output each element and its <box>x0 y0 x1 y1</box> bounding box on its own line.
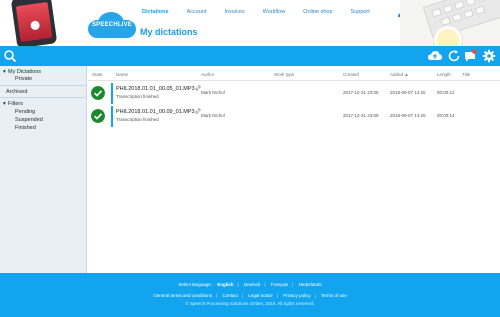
file-name[interactable]: PHIL2018.01.01_00.09_01.MP3 <box>116 109 195 115</box>
check-circle-icon <box>91 86 105 100</box>
app-header: SPEECHLIVE Dictations Account Invoices W… <box>0 0 500 46</box>
dictation-status: Transcription finished <box>116 117 159 122</box>
logo-text: SPEECHLIVE <box>91 22 132 28</box>
footer-links: General terms and conditions | Contact | L… <box>153 293 347 298</box>
created-cell: 2017-12-31 23:09 <box>343 113 379 118</box>
language-francais[interactable]: Français <box>271 282 288 287</box>
link-privacy-policy[interactable]: Privacy policy <box>283 293 311 298</box>
nav-item-workflow[interactable]: Workflow <box>263 9 286 15</box>
refresh-icon[interactable] <box>447 49 461 63</box>
footer: Select language: English | Deutsch | Franç… <box>0 273 500 317</box>
column-header-state[interactable]: State <box>92 72 103 77</box>
table-row[interactable]: PHIL2018.01.01_00.09_01.MP3 Transcriptio… <box>88 106 500 127</box>
nav-item-account[interactable]: Account <box>187 9 207 15</box>
cloud-upload-icon[interactable] <box>427 49 443 63</box>
sidebar-item-finished[interactable]: Finished <box>15 125 36 131</box>
author-cell: Mark Nichol <box>201 90 225 95</box>
column-header-length[interactable]: Length <box>437 72 451 77</box>
sidebar-item-private[interactable]: Private <box>15 76 32 82</box>
nav-item-support[interactable]: Support <box>351 9 370 15</box>
created-cell: 2017-12-31 23:05 <box>343 90 379 95</box>
file-name[interactable]: PHIL2018.01.01_00.05_01.MP3 <box>116 86 195 92</box>
select-language-label: Select language: <box>178 282 212 287</box>
column-header-title[interactable]: Title <box>462 72 470 77</box>
link-general-terms[interactable]: General terms and conditions <box>153 293 212 298</box>
page-title: My dictations <box>140 27 198 37</box>
added-cell: 2018-09-07 14:26 <box>390 113 426 118</box>
language-nederlands[interactable]: Nederlands <box>299 282 322 287</box>
author-cell: Mark Nichol <box>201 113 225 118</box>
caret-down-icon[interactable]: ▾ <box>3 69 6 75</box>
sidebar-item-archived[interactable]: Archived <box>6 89 27 95</box>
sidebar-item-filters[interactable]: Filters <box>8 101 23 107</box>
check-circle-icon <box>91 109 105 123</box>
sidebar: ▾ My Dictations Private Archived ▾ Filte… <box>0 66 87 273</box>
column-header-added[interactable]: Added ▲ <box>390 72 409 77</box>
length-cell: 00:00:12 <box>437 90 455 95</box>
language-english[interactable]: English <box>217 282 233 287</box>
length-cell: 00:00:14 <box>437 113 455 118</box>
desk-illustration <box>400 0 500 46</box>
sidebar-item-pending[interactable]: Pending <box>15 109 35 115</box>
caret-down-icon[interactable]: ▾ <box>3 101 6 107</box>
column-header-author[interactable]: Author <box>201 72 214 77</box>
dictation-status: Transcription finished <box>116 94 159 99</box>
search-icon[interactable] <box>3 49 17 63</box>
nav-item-dictations[interactable]: Dictations <box>142 9 169 15</box>
added-cell: 2018-09-07 14:26 <box>390 90 426 95</box>
link-legal-notice[interactable]: Legal notice <box>248 293 272 298</box>
copyright: © Speech Processing Solutions GmbH, 2018… <box>185 301 315 306</box>
speechlive-logo[interactable]: SPEECHLIVE <box>88 12 136 38</box>
sidebar-item-my-dictations[interactable]: My Dictations <box>8 69 41 75</box>
settings-icon[interactable] <box>482 49 496 63</box>
column-header-created[interactable]: Created <box>343 72 359 77</box>
link-contact[interactable]: Contact <box>222 293 238 298</box>
divider <box>0 85 87 86</box>
header-divider <box>88 80 500 81</box>
language-deutsch[interactable]: Deutsch <box>244 282 261 287</box>
toolbar <box>0 46 500 66</box>
table-row[interactable]: PHIL2018.01.01_00.05_01.MP3 Transcriptio… <box>88 83 500 104</box>
sidebar-item-suspended[interactable]: Suspended <box>15 117 43 123</box>
language-selector: Select language: English | Deutsch | Franç… <box>178 282 322 287</box>
link-terms-of-use[interactable]: Terms of use <box>321 293 347 298</box>
row-selection-bar <box>111 106 113 127</box>
nav-item-invoices[interactable]: Invoices <box>224 9 244 15</box>
divider <box>0 97 87 98</box>
main-nav: Dictations Account Invoices Workflow Onl… <box>142 9 388 15</box>
notification-icon[interactable] <box>463 49 477 63</box>
column-header-name[interactable]: Name <box>116 72 128 77</box>
nav-item-online-shop[interactable]: Online shop <box>303 9 332 15</box>
dictations-table: State Name Author Work type Created Adde… <box>88 66 500 273</box>
row-selection-bar <box>111 83 113 104</box>
column-header-work-type[interactable]: Work type <box>274 72 294 77</box>
phone-illustration <box>10 0 58 46</box>
